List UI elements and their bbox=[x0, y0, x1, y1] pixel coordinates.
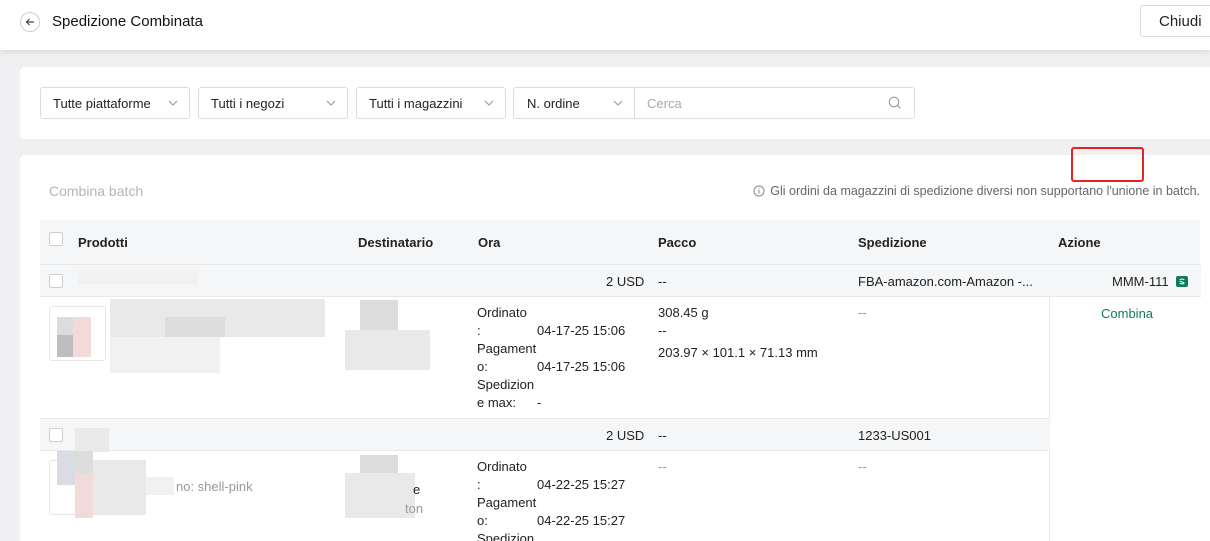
chevron-down-icon bbox=[326, 100, 336, 106]
order-search-group: N. ordine bbox=[513, 87, 915, 119]
chevron-down-icon bbox=[484, 100, 494, 106]
filter-bar: Tutte piattaforme Tutti i negozi Tutti i… bbox=[20, 67, 1210, 139]
redacted-text bbox=[78, 270, 198, 284]
info-icon bbox=[753, 185, 765, 197]
shop-select-value: Tutti i negozi bbox=[211, 95, 285, 111]
action-group-header: MMM-111 bbox=[1050, 264, 1201, 297]
column-header-package: Pacco bbox=[658, 235, 697, 250]
payment-label-suffix: o: bbox=[477, 359, 488, 374]
redacted-product-name bbox=[146, 477, 174, 495]
redacted-recipient bbox=[345, 330, 430, 370]
recipient-partial: e bbox=[413, 482, 421, 497]
redacted-product-name bbox=[165, 317, 225, 337]
redacted-image bbox=[75, 473, 93, 518]
order-group-header: 2 USD -- 1233-US001 bbox=[40, 418, 1050, 452]
batch-notice-text: Gli ordini da magazzini di spedizione di… bbox=[770, 184, 1200, 198]
shipping-value: -- bbox=[858, 305, 867, 320]
table-header: Prodotti Destinatario Ora Pacco Spedizio… bbox=[40, 220, 1200, 264]
payment-label: Pagament bbox=[477, 341, 537, 356]
max-shipping-value: - bbox=[537, 395, 542, 410]
group-package: -- bbox=[658, 274, 667, 289]
max-shipping-label-suffix: e max: bbox=[477, 395, 517, 410]
payment-label: Pagament bbox=[477, 495, 537, 510]
redacted-text bbox=[75, 428, 109, 452]
redacted-product-name bbox=[110, 337, 220, 373]
order-field-value: N. ordine bbox=[527, 95, 580, 111]
redacted-product-name bbox=[93, 460, 146, 515]
orders-list: Combina batch Gli ordini da magazzini di… bbox=[20, 155, 1210, 541]
group-shipping: FBA-amazon.com-Amazon -... bbox=[858, 274, 1033, 289]
column-header-recipient: Destinatario bbox=[358, 235, 434, 250]
payment-time: 04-22-25 15:27 bbox=[537, 513, 626, 528]
redacted-image bbox=[75, 451, 93, 473]
combine-link[interactable]: Combina bbox=[1101, 306, 1153, 321]
batch-notice: Gli ordini da magazzini di spedizione di… bbox=[753, 184, 1200, 198]
group-amount: 2 USD bbox=[606, 428, 645, 443]
back-button[interactable] bbox=[20, 12, 40, 32]
package-value: -- bbox=[658, 459, 667, 474]
chevron-down-icon bbox=[613, 100, 623, 106]
platform-select-value: Tutte piattaforme bbox=[53, 95, 151, 111]
store-icon bbox=[1176, 276, 1188, 287]
max-shipping-label: Spedizion bbox=[477, 531, 535, 541]
ordered-label: Ordinato bbox=[477, 305, 527, 320]
select-all-checkbox[interactable] bbox=[49, 232, 63, 246]
package-weight: 308.45 g bbox=[658, 305, 709, 320]
package-dimensions: 203.97 × 101.1 × 71.13 mm bbox=[658, 345, 818, 360]
redacted-image bbox=[57, 317, 73, 335]
search-input[interactable] bbox=[636, 88, 886, 118]
column-header-action: Azione bbox=[1058, 235, 1101, 250]
ordered-label-colon: : bbox=[477, 323, 481, 338]
group-checkbox[interactable] bbox=[49, 274, 63, 288]
column-header-products: Prodotti bbox=[78, 235, 128, 250]
ordered-time: 04-22-25 15:27 bbox=[537, 477, 626, 492]
payment-label-suffix: o: bbox=[477, 513, 488, 528]
ordered-label-colon: : bbox=[477, 477, 481, 492]
group-checkbox[interactable] bbox=[49, 428, 63, 442]
action-column: MMM-111 Combina bbox=[1049, 264, 1201, 541]
order-group-header: 2 USD -- FBA-amazon.com-Amazon -... bbox=[40, 264, 1050, 297]
top-bar: Spedizione Combinata Chiudi bbox=[0, 0, 1210, 50]
redacted-image bbox=[73, 317, 91, 357]
payment-time: 04-17-25 15:06 bbox=[537, 359, 626, 374]
warehouse-code: MMM-111 bbox=[1112, 274, 1169, 289]
arrow-left-icon bbox=[25, 18, 34, 26]
combine-batch-button[interactable]: Combina batch bbox=[49, 183, 143, 199]
chevron-down-icon bbox=[168, 100, 178, 106]
recipient-partial: ton bbox=[405, 501, 424, 516]
warehouse-select-value: Tutti i magazzini bbox=[369, 95, 463, 111]
redacted-image bbox=[57, 451, 75, 485]
page-title: Spedizione Combinata bbox=[52, 13, 203, 30]
package-extra: -- bbox=[658, 323, 667, 338]
max-shipping-label: Spedizion bbox=[477, 377, 535, 392]
group-amount: 2 USD bbox=[606, 274, 645, 289]
ordered-time: 04-17-25 15:06 bbox=[537, 323, 626, 338]
shipping-value: -- bbox=[858, 459, 867, 474]
close-button[interactable]: Chiudi bbox=[1140, 5, 1210, 37]
redacted-image bbox=[57, 335, 73, 357]
group-package: -- bbox=[658, 428, 667, 443]
warehouse-select[interactable]: Tutti i magazzini bbox=[356, 87, 506, 119]
platform-select[interactable]: Tutte piattaforme bbox=[40, 87, 190, 119]
shop-select[interactable]: Tutti i negozi bbox=[198, 87, 348, 119]
group-shipping: 1233-US001 bbox=[858, 428, 931, 443]
ordered-label: Ordinato bbox=[477, 459, 527, 474]
redacted-recipient bbox=[360, 300, 398, 330]
product-variant: no: shell-pink bbox=[176, 479, 253, 494]
order-field-select[interactable]: N. ordine bbox=[514, 88, 635, 118]
column-header-shipping: Spedizione bbox=[858, 235, 927, 250]
column-header-time: Ora bbox=[478, 235, 501, 250]
search-icon[interactable] bbox=[888, 96, 902, 110]
